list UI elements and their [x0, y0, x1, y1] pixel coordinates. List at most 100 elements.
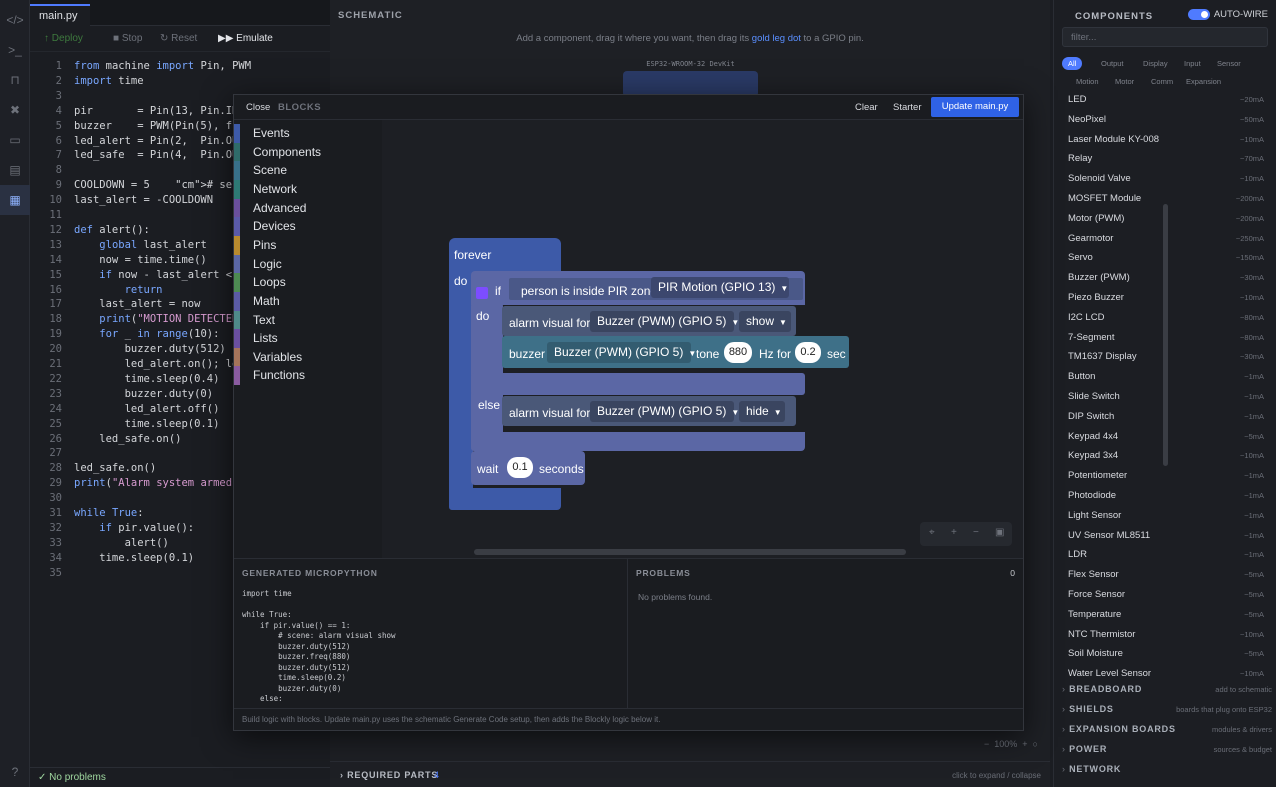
category-swatch — [234, 254, 240, 274]
hide-dropdown[interactable]: hide ▼ — [739, 401, 785, 422]
code-line: print("Alarm system armed. — [74, 477, 239, 490]
recenter-icon[interactable]: ⌖ — [929, 527, 935, 538]
reset-button[interactable]: ↻ Reset — [160, 33, 197, 44]
component-item[interactable]: Water Level Sensor ~10mA — [1062, 665, 1268, 684]
component-item[interactable]: Solenoid Valve ~10mA — [1062, 170, 1268, 189]
terminal-icon[interactable]: >_ — [0, 35, 30, 65]
board-icon[interactable]: ▤ — [0, 155, 30, 185]
section-header[interactable]: › EXPANSION BOARDS modules & drivers — [1062, 724, 1272, 742]
toolbox-category[interactable]: Advanced — [234, 198, 382, 218]
clear-button[interactable]: Clear — [855, 102, 878, 113]
filter-chip[interactable]: Comm — [1145, 75, 1179, 88]
deploy-button[interactable]: ↑ Deploy — [44, 33, 83, 44]
component-item[interactable]: LDR ~1mA — [1062, 546, 1268, 565]
component-item[interactable]: Relay ~70mA — [1062, 150, 1268, 169]
duration-input[interactable]: 0.2 — [795, 342, 821, 363]
toolbox-category[interactable]: Math — [234, 291, 382, 311]
help-icon[interactable]: ? — [0, 757, 30, 787]
blocks-workspace[interactable]: forever do if person is inside PIR zone … — [382, 120, 1168, 558]
filter-chip[interactable]: Motion — [1070, 75, 1105, 88]
component-item[interactable]: Soil Moisture ~5mA — [1062, 645, 1268, 664]
category-label: Events — [253, 126, 290, 140]
buzzer-dropdown-1[interactable]: Buzzer (PWM) (GPIO 5) ▼ — [590, 311, 739, 332]
buzzer-dropdown-2[interactable]: Buzzer (PWM) (GPIO 5) ▼ — [547, 342, 696, 363]
toggle-icon[interactable] — [1187, 9, 1210, 20]
toolbox-category[interactable]: Devices — [234, 217, 382, 237]
filter-chip[interactable]: All — [1062, 57, 1083, 70]
section-header[interactable]: › POWER sources & budget — [1062, 744, 1272, 762]
component-item[interactable]: Force Sensor ~5mA — [1062, 586, 1268, 605]
component-item[interactable]: Photodiode ~1mA — [1062, 487, 1268, 506]
line-number: 27 — [49, 447, 62, 460]
vertical-scrollbar[interactable] — [1163, 204, 1168, 466]
starter-button[interactable]: Starter — [893, 102, 922, 113]
section-header[interactable]: › SHIELDS boards that plug onto ESP32 — [1062, 704, 1272, 722]
emulate-button[interactable]: ▶▶ Emulate — [218, 33, 273, 44]
component-item[interactable]: Light Sensor ~1mA — [1062, 507, 1268, 526]
component-item[interactable]: UV Sensor ML8511 ~1mA — [1062, 527, 1268, 546]
buzzer-dropdown-3[interactable]: Buzzer (PWM) (GPIO 5) ▼ — [590, 401, 739, 422]
editor-toolbar: ↑ Deploy ■ Stop ↻ Reset ▶▶ Emulate — [30, 26, 330, 52]
section-header[interactable]: › NETWORK — [1062, 764, 1272, 782]
zoom-in-icon[interactable]: + — [951, 527, 957, 538]
component-item[interactable]: Laser Module KY-008 ~10mA — [1062, 131, 1268, 150]
filter-chip[interactable]: Display — [1137, 57, 1174, 70]
category-swatch — [234, 291, 240, 311]
horizontal-scrollbar[interactable] — [474, 549, 906, 555]
chip-icon[interactable]: ✖ — [0, 95, 30, 125]
line-number: 31 — [49, 507, 62, 519]
toolbox-category[interactable]: Variables — [234, 347, 382, 367]
show-dropdown[interactable]: show ▼ — [739, 311, 791, 332]
component-item[interactable]: NeoPixel ~50mA — [1062, 111, 1268, 130]
gear-icon[interactable] — [476, 287, 488, 299]
component-item[interactable]: Potentiometer ~1mA — [1062, 467, 1268, 486]
filter-chip[interactable]: Sensor — [1211, 57, 1247, 70]
toolbox-category[interactable]: Network — [234, 179, 382, 199]
section-header[interactable]: › BREADBOARD add to schematic — [1062, 684, 1272, 702]
filter-chip[interactable]: Expansion — [1180, 75, 1227, 88]
zoom-out-icon[interactable]: − — [973, 527, 979, 538]
line-number: 30 — [49, 492, 62, 505]
zoom-controls[interactable]: − 100% + ○ — [984, 739, 1038, 749]
code-icon[interactable]: </> — [0, 5, 30, 35]
waveform-icon[interactable]: ⊓ — [0, 65, 30, 95]
toolbox-category[interactable]: Loops — [234, 273, 382, 293]
code-line: print("MOTION DETECTED — [99, 313, 239, 326]
folder-icon[interactable]: ▭ — [0, 125, 30, 155]
toolbox-category[interactable]: Events — [234, 124, 382, 143]
toolbox-category[interactable]: Lists — [234, 329, 382, 349]
tone-label: tone — [696, 347, 720, 361]
filter-input[interactable]: filter... — [1062, 27, 1268, 47]
component-item[interactable]: Flex Sensor ~5mA — [1062, 566, 1268, 585]
toolbox-category[interactable]: Logic — [234, 254, 382, 274]
frequency-input[interactable]: 880 — [724, 342, 752, 363]
component-item[interactable]: LED ~20mA — [1062, 91, 1268, 110]
close-button[interactable]: Close — [246, 102, 270, 113]
toolbox-category[interactable]: Text — [234, 310, 382, 330]
expand-hint: click to expand / collapse — [952, 771, 1041, 780]
toolbox-category[interactable]: Pins — [234, 235, 382, 255]
autowire-toggle[interactable]: AUTO-WIRE — [1187, 9, 1268, 20]
component-item[interactable]: Temperature ~5mA — [1062, 606, 1268, 625]
filter-chip[interactable]: Motor — [1109, 75, 1140, 88]
blocks-icon[interactable]: ▦ — [0, 185, 30, 215]
file-tab[interactable]: main.py — [30, 4, 90, 26]
wait-input[interactable]: 0.1 — [507, 457, 533, 478]
toolbox-category[interactable]: Components — [234, 142, 382, 162]
trash-icon[interactable]: ▣ — [995, 527, 1004, 538]
toolbox-category[interactable]: Scene — [234, 161, 382, 181]
filter-chip[interactable]: Output — [1095, 57, 1130, 70]
stop-button[interactable]: ■ Stop — [113, 33, 142, 44]
component-item[interactable]: NTC Thermistor ~10mA — [1062, 626, 1268, 645]
wait-label: wait — [477, 462, 499, 476]
code-line: if now - last_alert < C — [99, 268, 245, 281]
required-parts-bar[interactable]: › REQUIRED PARTS 4 click to expand / col… — [330, 761, 1050, 787]
update-main-button[interactable]: Update main.py — [931, 97, 1019, 117]
filter-chip[interactable]: Input — [1178, 57, 1207, 70]
pir-sensor-dropdown[interactable]: PIR Motion (GPIO 13) ▼ — [651, 277, 789, 298]
toolbox-category[interactable]: Functions — [234, 366, 382, 386]
category-label: Functions — [253, 368, 306, 383]
line-number: 32 — [49, 521, 62, 534]
component-current: ~10mA — [1240, 451, 1264, 461]
category-label: Loops — [253, 275, 286, 290]
